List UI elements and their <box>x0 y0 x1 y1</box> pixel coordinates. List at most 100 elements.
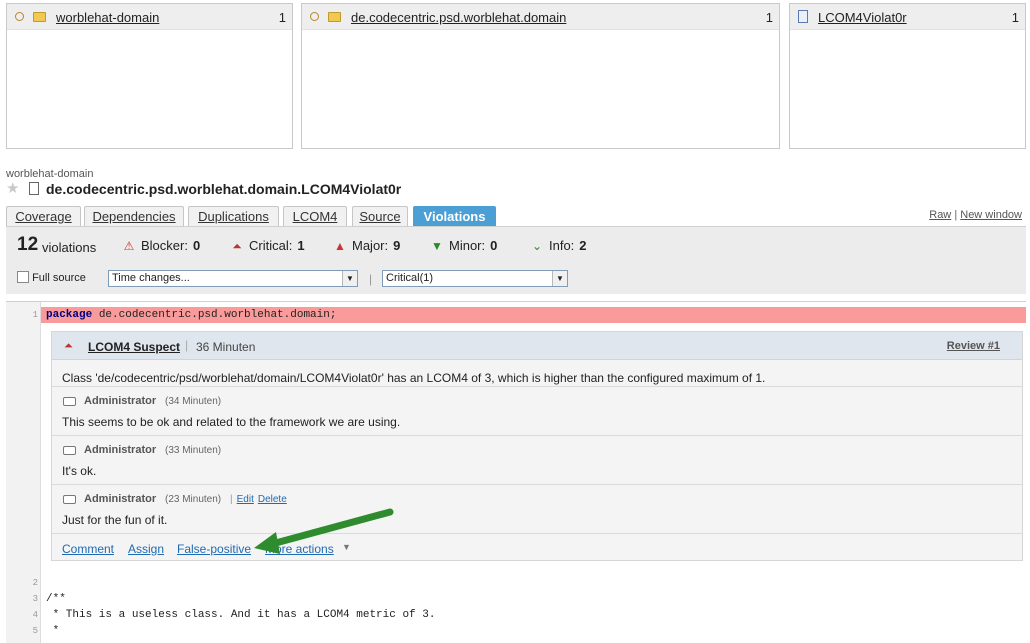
critical-icon: ⏶ <box>232 239 242 253</box>
source-viewer: 1 2 3 4 5 package de.codecentric.psd.wor… <box>6 301 1026 643</box>
false-positive-link[interactable]: False-positive <box>177 542 251 556</box>
annotation-arrow-head <box>254 532 280 554</box>
time-changes-value: Time changes... <box>112 272 190 284</box>
comment-author: Administrator <box>84 444 157 456</box>
review-title[interactable]: LCOM4 Suspect <box>88 340 180 354</box>
blocker-icon: ⚠ <box>123 239 135 253</box>
header-separator: | <box>185 338 189 352</box>
major-label: Major: <box>352 238 389 253</box>
minor-label: Minor: <box>449 238 486 253</box>
lock-folder-icon <box>33 12 46 22</box>
package-link[interactable]: de.codecentric.psd.worblehat.domain <box>351 10 566 25</box>
annotation-arrow-shaft <box>268 508 394 548</box>
package-folder-icon <box>328 12 341 22</box>
package-panel-header[interactable]: de.codecentric.psd.worblehat.domain 1 <box>302 4 779 30</box>
package-name: de.codecentric.psd.worblehat.domain; <box>92 309 337 321</box>
comment-link[interactable]: Comment <box>62 542 114 556</box>
comment-bubble-icon <box>63 397 76 406</box>
code-line-3: /** <box>46 593 66 605</box>
minor-value: 0 <box>490 238 498 253</box>
review-comment: Administrator (33 Minuten) It's ok. <box>52 435 1022 484</box>
tab-lcom4[interactable]: LCOM4 <box>283 206 347 226</box>
critical-summary[interactable]: ⏶ Critical: 1 <box>230 238 304 254</box>
line-number: 5 <box>32 626 38 636</box>
severity-value: Critical(1) <box>386 272 434 284</box>
tab-dependencies[interactable]: Dependencies <box>84 206 184 226</box>
comment-time: (34 Minuten) <box>165 396 222 407</box>
code-line-1: package de.codecentric.psd.worblehat.dom… <box>46 309 336 321</box>
blocker-summary[interactable]: ⚠ Blocker: 0 <box>122 238 201 253</box>
package-count: 1 <box>765 10 773 25</box>
file-icon <box>29 182 39 195</box>
violations-summary: 12 violations ⚠ Blocker: 0 ⏶ Critical: 1 ▲ Ma… <box>6 226 1026 294</box>
time-changes-select[interactable]: Time changes... ▼ <box>108 270 358 287</box>
new-window-link[interactable]: New window <box>960 209 1022 221</box>
line-number: 2 <box>32 578 38 588</box>
line-number: 4 <box>32 610 38 620</box>
package-panel: de.codecentric.psd.worblehat.domain 1 <box>301 3 780 149</box>
project-link[interactable]: worblehat-domain <box>56 10 159 25</box>
project-count: 1 <box>278 10 286 25</box>
file-icon <box>798 10 808 23</box>
view-links: Raw | New window <box>929 209 1022 221</box>
minor-icon: ▼ <box>431 239 443 253</box>
raw-link[interactable]: Raw <box>929 209 951 221</box>
review-time: 36 Minuten <box>196 340 256 354</box>
info-value: 2 <box>579 238 587 253</box>
class-link[interactable]: LCOM4Violat0r <box>818 10 907 25</box>
comment-time: (33 Minuten) <box>165 445 222 456</box>
review-number-link[interactable]: Review #1 <box>947 340 1000 352</box>
project-panel: worblehat-domain 1 <box>6 3 293 149</box>
magnifier-icon <box>15 12 24 21</box>
full-source-option: Full source <box>17 271 86 284</box>
comment-bubble-icon <box>63 495 76 504</box>
code-line-5: * <box>46 625 60 637</box>
class-panel: LCOM4Violat0r 1 <box>789 3 1026 149</box>
review-comment: Administrator (34 Minuten) This seems to… <box>52 386 1022 435</box>
tab-source[interactable]: Source <box>352 206 408 226</box>
full-source-checkbox[interactable] <box>17 271 29 283</box>
info-icon: ⌄ <box>531 239 543 253</box>
class-panel-header[interactable]: LCOM4Violat0r 1 <box>790 4 1025 30</box>
page-title: de.codecentric.psd.worblehat.domain.LCOM… <box>46 181 402 197</box>
code-line-4: * This is a useless class. And it has a … <box>46 609 436 621</box>
violations-count-label: violations <box>42 240 97 255</box>
favourite-star-icon[interactable]: ★ <box>6 179 19 197</box>
tab-duplications[interactable]: Duplications <box>188 206 279 226</box>
tab-coverage[interactable]: Coverage <box>6 206 81 226</box>
major-icon: ▲ <box>334 239 346 253</box>
major-summary[interactable]: ▲ Major: 9 <box>333 238 400 253</box>
package-keyword: package <box>46 309 93 321</box>
tab-violations[interactable]: Violations <box>413 206 496 226</box>
comment-author: Administrator <box>84 493 157 505</box>
comment-author: Administrator <box>84 395 157 407</box>
line-number: 1 <box>32 310 38 320</box>
comment-text: This seems to be ok and related to the f… <box>62 415 401 429</box>
chevron-down-icon: ▼ <box>552 271 567 286</box>
violations-count: 12 <box>17 234 39 255</box>
line-number: 3 <box>32 594 38 604</box>
project-panel-header[interactable]: worblehat-domain 1 <box>7 4 292 30</box>
class-count: 1 <box>1011 10 1019 25</box>
info-summary[interactable]: ⌄ Info: 2 <box>530 238 587 253</box>
review-box: ⏶ LCOM4 Suspect | 36 Minuten Review #1 C… <box>51 331 1023 561</box>
major-value: 9 <box>393 238 401 253</box>
full-source-label: Full source <box>32 272 86 284</box>
review-comment: Administrator (23 Minuten) | Edit Delete J… <box>52 484 1022 533</box>
review-header: ⏶ LCOM4 Suspect | 36 Minuten Review #1 <box>52 332 1022 360</box>
annotation-arrow <box>254 508 394 554</box>
comment-text: Just for the fun of it. <box>62 513 168 527</box>
line-number-gutter: 1 2 3 4 5 <box>6 302 41 643</box>
blocker-value: 0 <box>192 238 201 253</box>
magnifier-icon <box>310 12 319 21</box>
severity-select[interactable]: Critical(1) ▼ <box>382 270 568 287</box>
blocker-label: Blocker: <box>141 238 188 253</box>
critical-icon: ⏶ <box>64 340 73 352</box>
filter-separator: | <box>369 272 373 286</box>
assign-link[interactable]: Assign <box>128 542 164 556</box>
minor-summary[interactable]: ▼ Minor: 0 <box>430 238 497 253</box>
comment-text: It's ok. <box>62 464 97 478</box>
chevron-down-icon: ▼ <box>342 271 357 286</box>
critical-label: Critical: <box>249 238 293 253</box>
review-description: Class 'de/codecentric/psd/worblehat/doma… <box>62 371 766 385</box>
